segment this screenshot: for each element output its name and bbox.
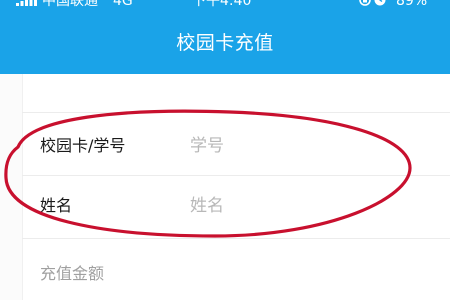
status-bar: 中国联通 4G 下午4:40 89% — [0, 0, 450, 14]
page-title: 校园卡充值 — [176, 32, 274, 54]
recharge-form: 校园卡/学号 姓名 充值金额 — [0, 74, 450, 300]
app-screen: 中国联通 4G 下午4:40 89% 校园卡充值 校园卡/学号 姓名 — [0, 0, 450, 300]
app-header: 中国联通 4G 下午4:40 89% 校园卡充值 — [0, 0, 450, 74]
name-label: 姓名 — [40, 196, 73, 215]
divider — [22, 175, 450, 176]
carrier-name: 中国联通 — [42, 0, 98, 9]
divider — [22, 238, 450, 239]
name-input[interactable] — [190, 187, 430, 225]
recharge-amount-label: 充值金额 — [40, 264, 105, 283]
lock-icon — [359, 0, 371, 6]
card-number-label: 校园卡/学号 — [40, 136, 126, 155]
alarm-icon — [374, 0, 386, 6]
network-type: 4G — [113, 0, 133, 9]
left-gutter — [0, 74, 23, 300]
status-time: 下午4:40 — [192, 0, 252, 9]
divider — [22, 112, 450, 113]
signal-icon — [16, 0, 37, 6]
battery-percentage: 89% — [396, 0, 428, 9]
card-number-row: 校园卡/学号 — [22, 117, 450, 175]
student-id-input[interactable] — [190, 127, 430, 165]
name-row: 姓名 — [22, 177, 450, 235]
